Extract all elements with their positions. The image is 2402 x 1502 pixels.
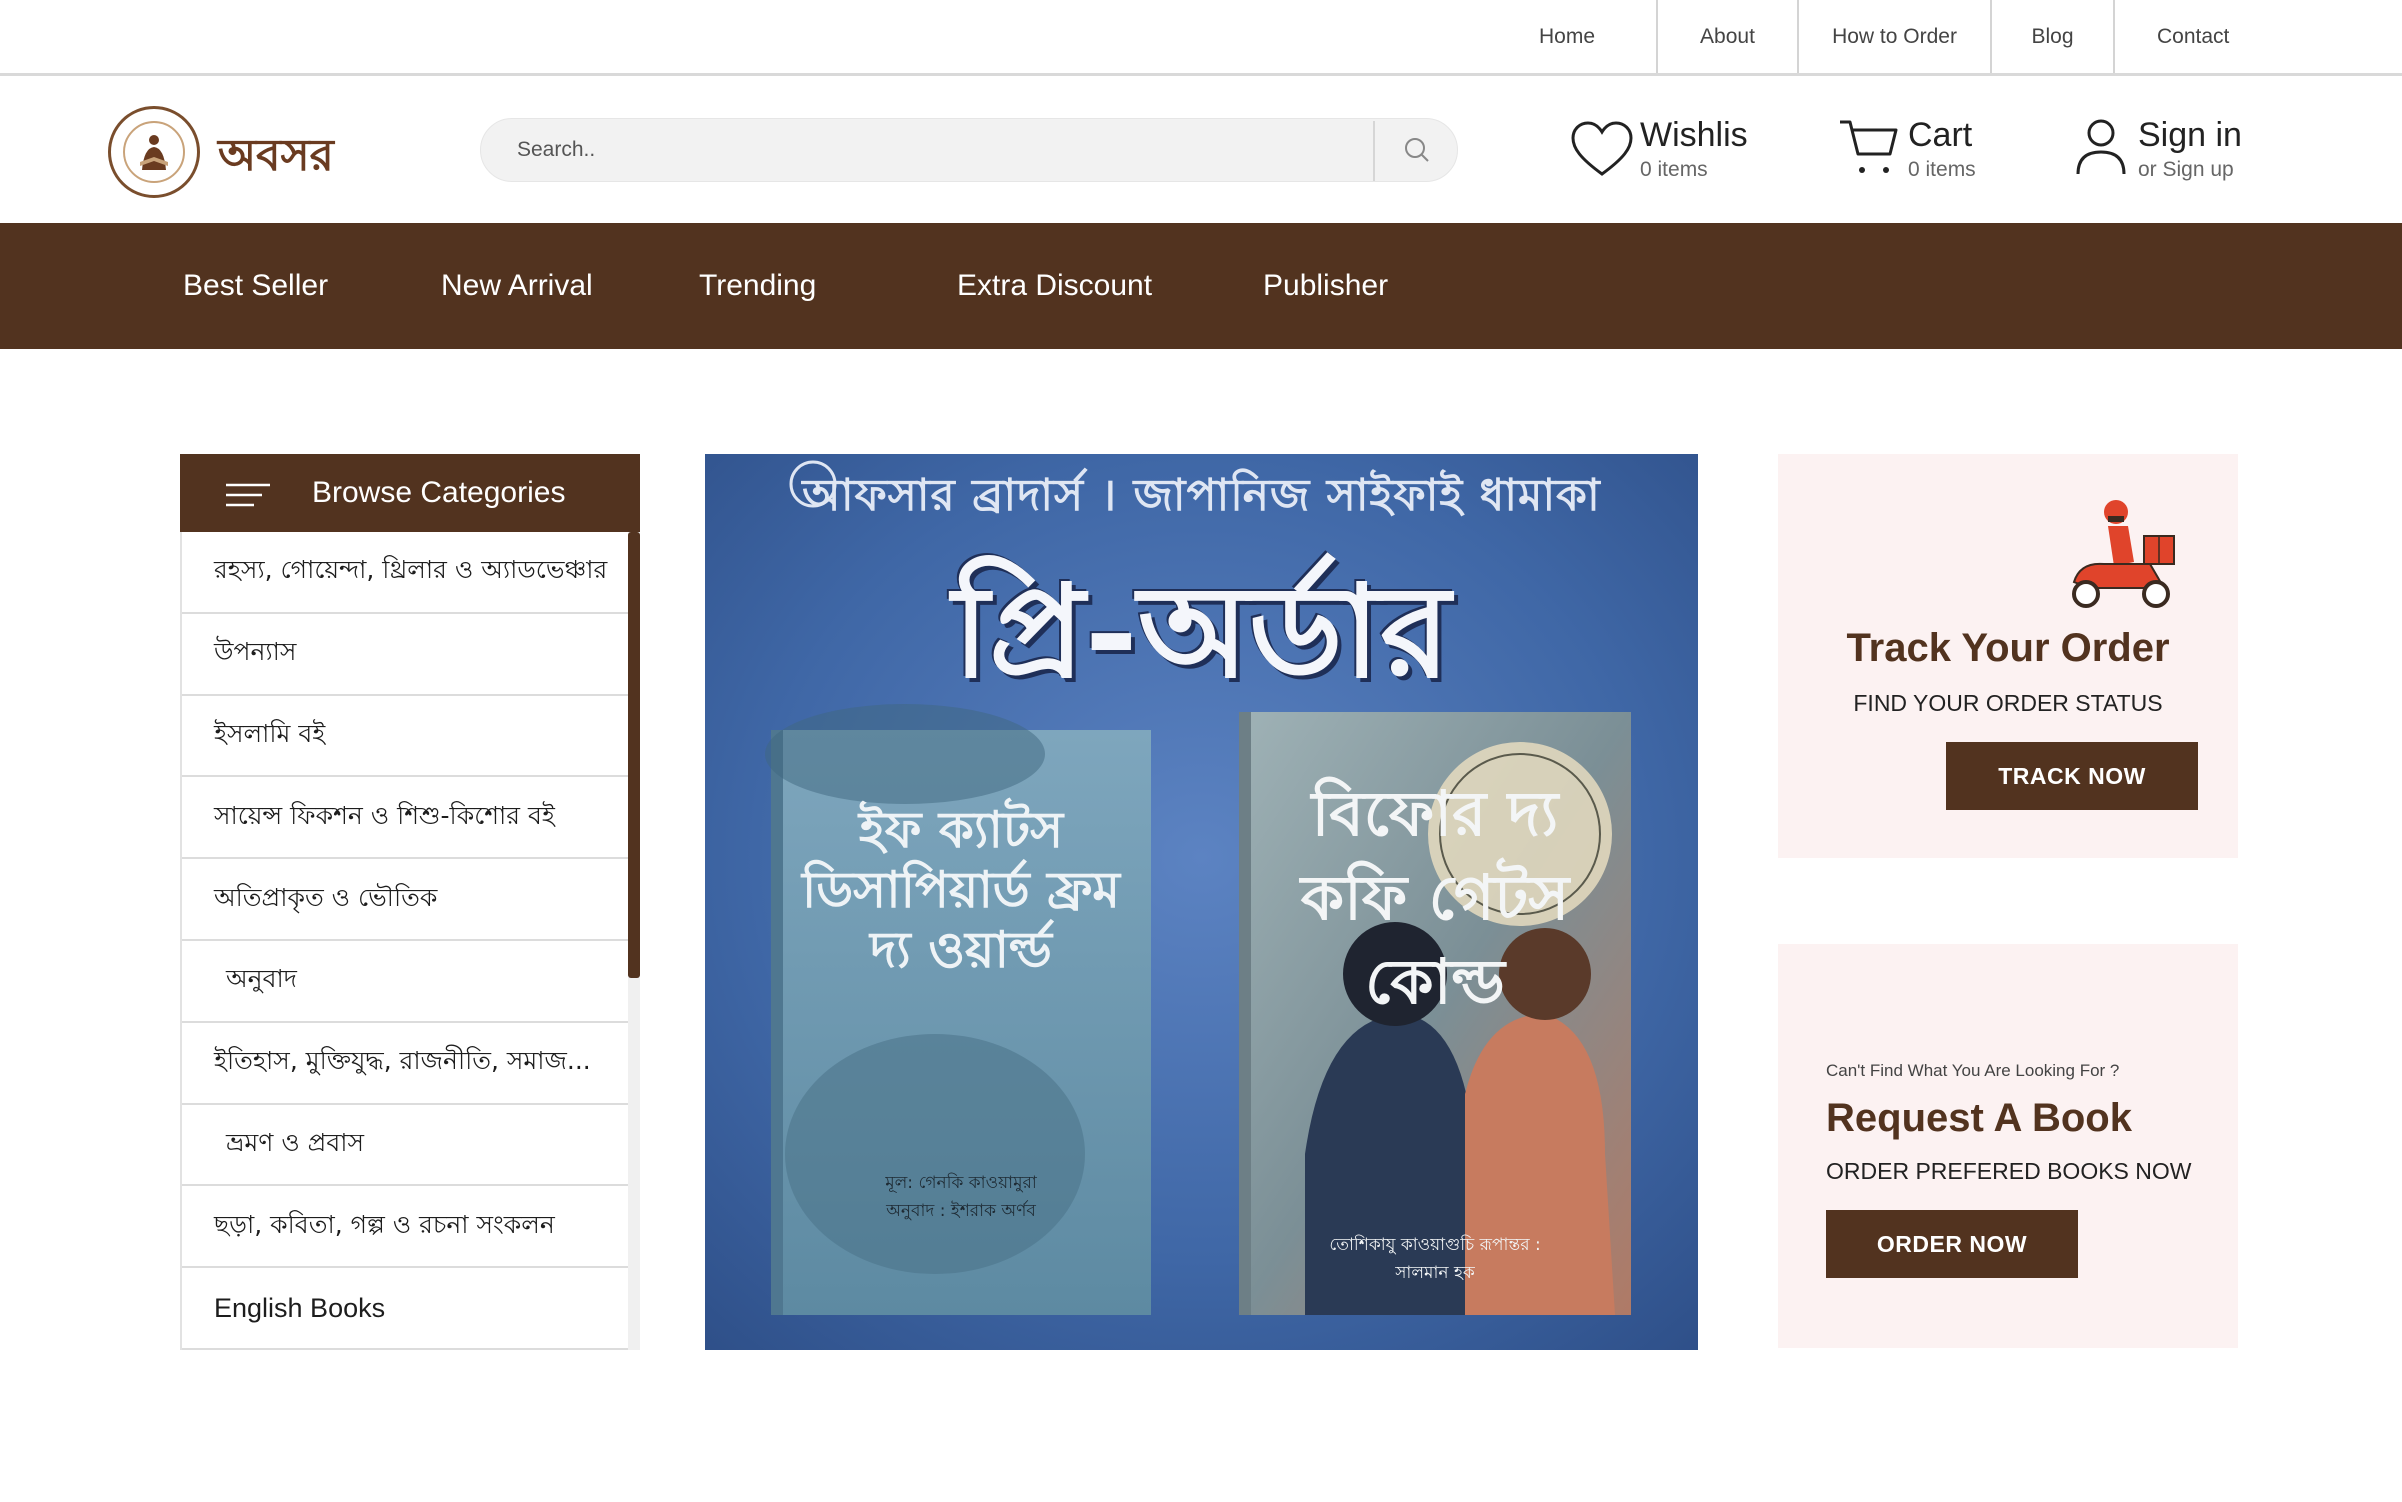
- nav-extra-discount[interactable]: Extra Discount: [957, 223, 1152, 349]
- browse-categories-header[interactable]: Browse Categories: [180, 454, 640, 532]
- search-icon: [1405, 138, 1429, 162]
- browse-categories-title: Browse Categories: [312, 476, 566, 509]
- top-nav-links: Home About How to Order Blog Contact: [1478, 0, 2402, 73]
- sign-up-subtitle: or Sign up: [2138, 158, 2234, 181]
- banner-publisher-line: আফসার ব্রাদার্স । জাপানিজ সাইফাই ধামাকা: [802, 470, 1601, 521]
- nav-publisher[interactable]: Publisher: [1263, 223, 1388, 349]
- top-nav-how-to-order[interactable]: How to Order: [1797, 0, 1990, 73]
- cart-count: 0 items: [1908, 158, 1976, 181]
- wishlist-count: 0 items: [1640, 158, 1708, 181]
- cart-link[interactable]: Cart 0 items: [1838, 114, 1988, 194]
- hamburger-icon: [226, 483, 270, 507]
- track-now-button[interactable]: TRACK NOW: [1946, 742, 2198, 810]
- category-bar: Best Seller New Arrival Trending Extra D…: [0, 223, 2402, 349]
- site-header: অবসর Wishlis 0 items Cart 0 items: [0, 76, 2402, 223]
- banner-book-2-authors: তোশিকাযু কাওয়াগুচি রূপান্তর : সালমান হক: [1329, 1235, 1541, 1283]
- heart-icon: [1571, 121, 1633, 176]
- reading-person-seal-icon: [123, 121, 185, 183]
- banner-book-1-authors: মূল: গেনকি কাওয়ামুরা অনুবাদ : ইশরাক অর্…: [885, 1173, 1037, 1221]
- category-item[interactable]: সায়েন্স ফিকশন ও শিশু-কিশোর বই: [182, 777, 628, 860]
- banner-book-1-title: ইফ ক্যাটস ডিসাপিয়ার্ড ফ্রম দ্য ওয়ার্ল্…: [802, 801, 1120, 979]
- search-input[interactable]: [517, 119, 1337, 181]
- banner-book-2-title: বিফোর দ্য কফি গেটস কোল্ড: [1300, 777, 1570, 1018]
- track-order-card: Track Your Order FIND YOUR ORDER STATUS …: [1778, 454, 2238, 858]
- sign-in-title: Sign in: [2138, 116, 2242, 154]
- category-item[interactable]: ছড়া, কবিতা, গল্প ও রচনা সংকলন: [182, 1186, 628, 1269]
- search-button[interactable]: [1375, 119, 1459, 181]
- category-item[interactable]: অনুবাদ: [182, 941, 628, 1023]
- cart-icon: [1840, 120, 1898, 173]
- request-book-subtitle: ORDER PREFERED BOOKS NOW: [1826, 1158, 2192, 1184]
- category-item[interactable]: English Books: [182, 1268, 628, 1350]
- search-bar: [480, 118, 1458, 182]
- wishlist-link[interactable]: Wishlis 0 items: [1570, 114, 1750, 194]
- category-item[interactable]: ভ্রমণ ও প্রবাস: [182, 1105, 628, 1187]
- user-icon: [2076, 119, 2126, 175]
- category-list: রহস্য, গোয়েন্দা, থ্রিলার ও অ্যাডভেঞ্চার…: [180, 532, 628, 1350]
- top-nav-about[interactable]: About: [1656, 0, 1797, 73]
- wishlist-title: Wishlis: [1640, 116, 1748, 154]
- browse-categories-panel: Browse Categories রহস্য, গোয়েন্দা, থ্রি…: [180, 454, 640, 1350]
- category-item[interactable]: রহস্য, গোয়েন্দা, থ্রিলার ও অ্যাডভেঞ্চার: [182, 532, 628, 614]
- logo-badge[interactable]: [108, 106, 200, 198]
- track-order-subtitle: FIND YOUR ORDER STATUS: [1853, 690, 2163, 716]
- request-book-title: Request A Book: [1826, 1096, 2132, 1140]
- top-nav-contact[interactable]: Contact: [2113, 0, 2402, 73]
- sign-in-link[interactable]: Sign in or Sign up: [2074, 114, 2274, 194]
- brand-name[interactable]: অবসর: [218, 122, 334, 195]
- cart-title: Cart: [1908, 116, 1973, 154]
- category-item[interactable]: অতিপ্রাকৃত ও ভৌতিক: [182, 859, 628, 941]
- top-nav-home[interactable]: Home: [1478, 0, 1656, 73]
- track-order-title: Track Your Order: [1846, 626, 2170, 670]
- banner-book-1[interactable]: ইফ ক্যাটস ডিসাপিয়ার্ড ফ্রম দ্য ওয়ার্ল্…: [771, 730, 1151, 1315]
- category-item[interactable]: ইতিহাস, মুক্তিযুদ্ধ, রাজনীতি, সমাজ...: [182, 1023, 628, 1105]
- top-nav-blog[interactable]: Blog: [1990, 0, 2113, 73]
- request-book-prompt: Can't Find What You Are Looking For ?: [1826, 1061, 2120, 1080]
- delivery-scooter-icon: [2072, 500, 2175, 608]
- category-item[interactable]: উপন্যাস: [182, 614, 628, 696]
- nav-best-seller[interactable]: Best Seller: [183, 223, 328, 349]
- top-nav: Home About How to Order Blog Contact: [0, 0, 2402, 76]
- nav-trending[interactable]: Trending: [699, 223, 816, 349]
- request-book-card: Can't Find What You Are Looking For ? Re…: [1778, 944, 2238, 1348]
- promo-banner[interactable]: আফসার ব্রাদার্স । জাপানিজ সাইফাই ধামাকা …: [705, 454, 1698, 1350]
- category-scrollbar-thumb[interactable]: [628, 532, 640, 978]
- nav-new-arrival[interactable]: New Arrival: [441, 223, 593, 349]
- order-now-button[interactable]: ORDER NOW: [1826, 1210, 2078, 1278]
- banner-book-2[interactable]: বিফোর দ্য কফি গেটস কোল্ড তোশিকাযু কাওয়া…: [1239, 712, 1631, 1315]
- category-item[interactable]: ইসলামি বই: [182, 696, 628, 778]
